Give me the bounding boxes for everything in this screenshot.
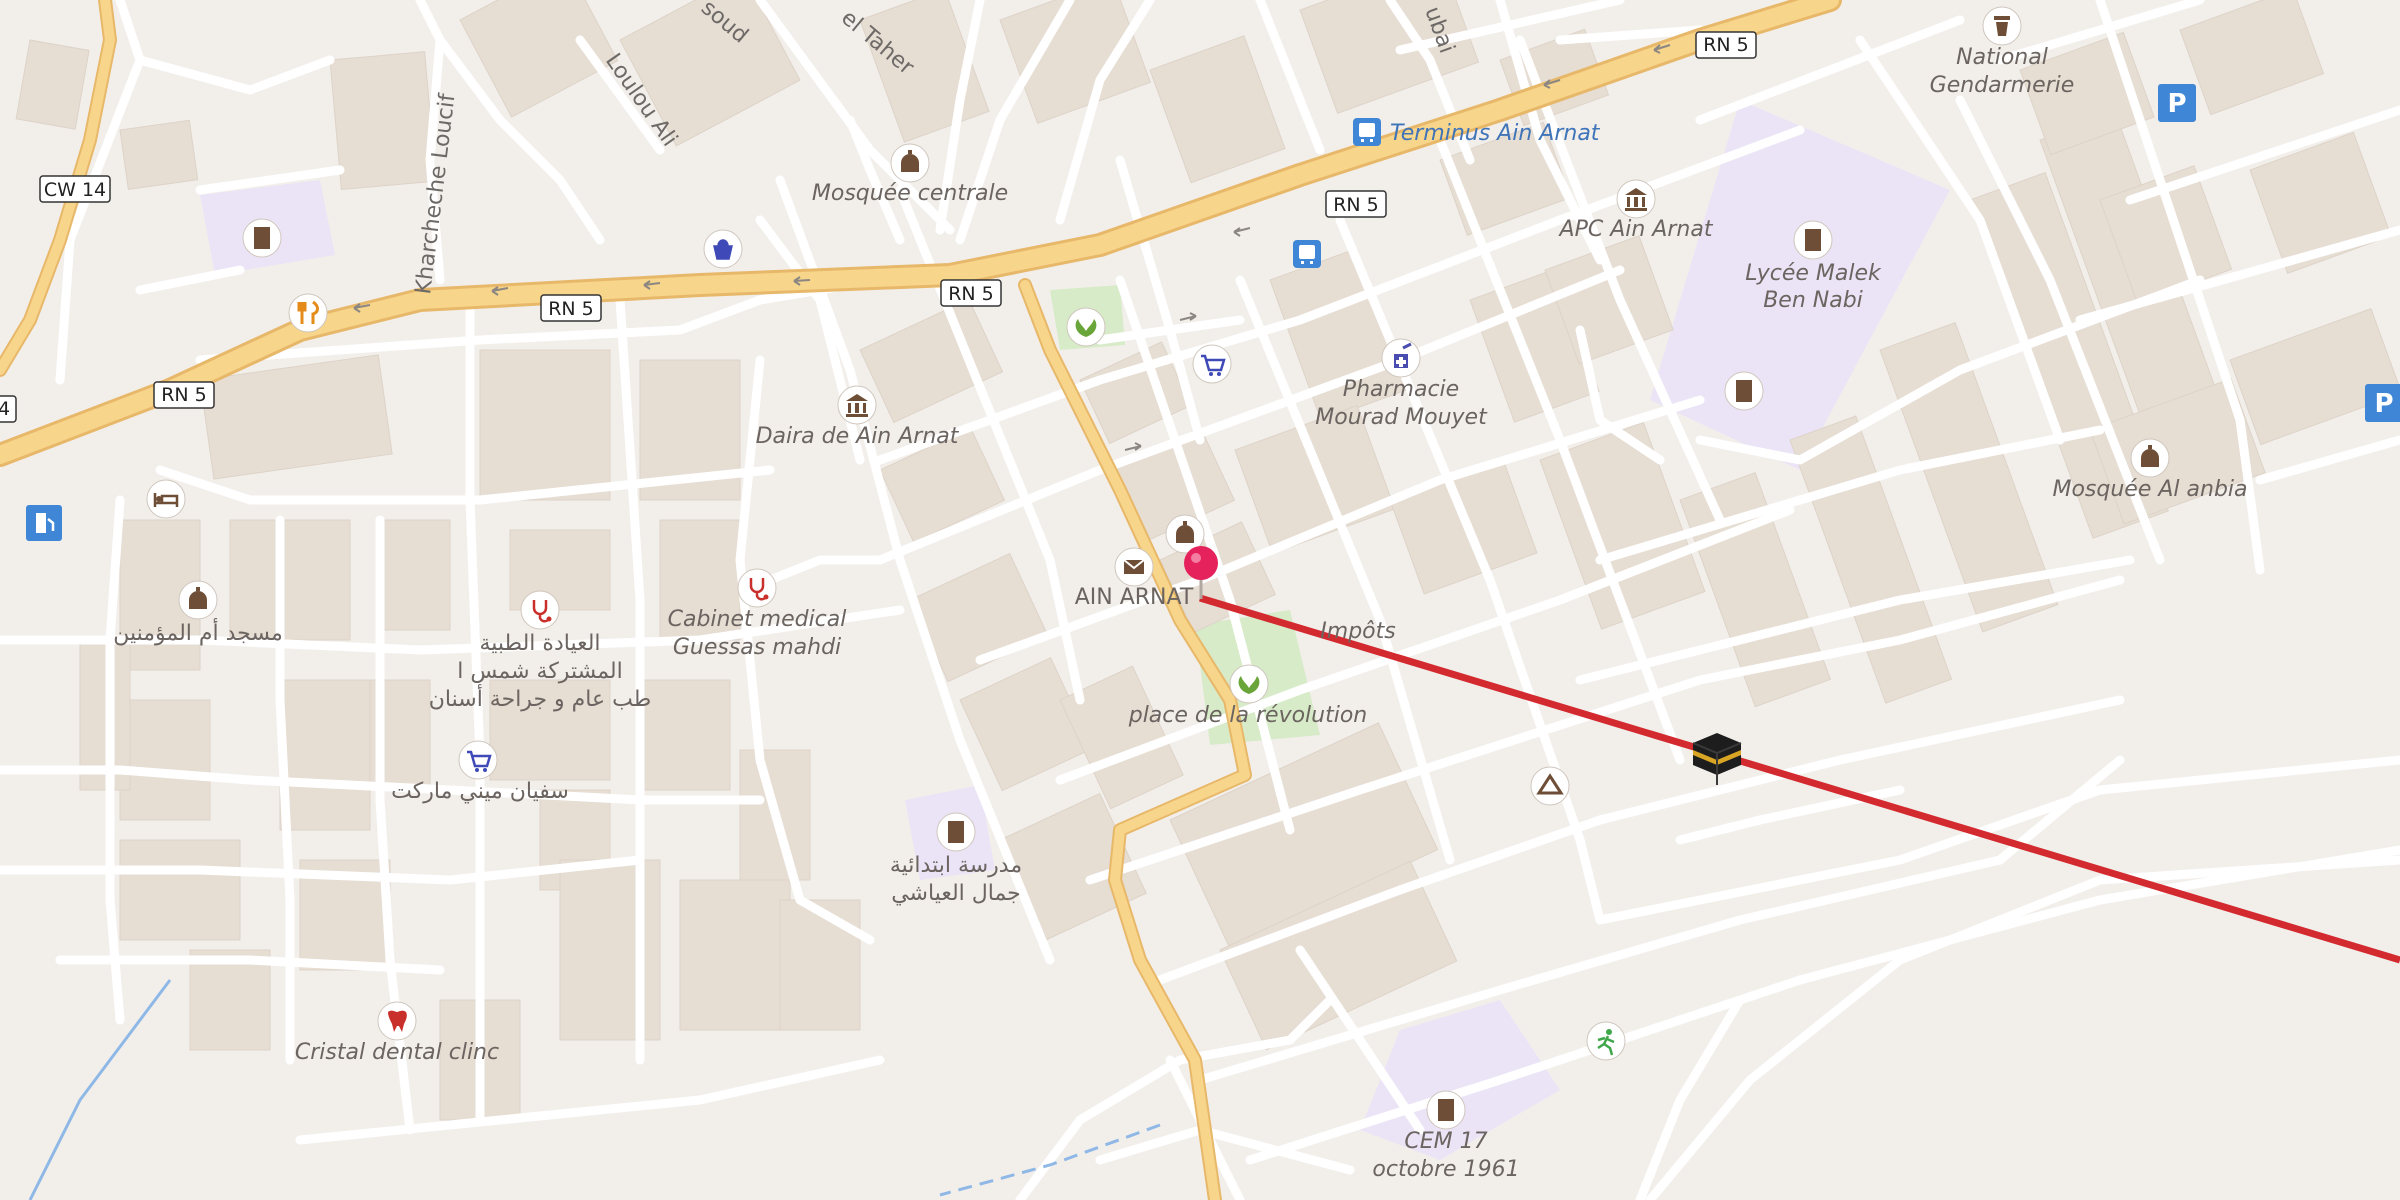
- supermarket-icon[interactable]: [458, 740, 498, 780]
- label-impots: Impôts: [1320, 619, 1395, 644]
- label-place-revolution: place de la révolution: [1128, 703, 1368, 728]
- mosque-icon[interactable]: [178, 580, 218, 620]
- medical-icon[interactable]: [737, 568, 777, 608]
- label-dental: Cristal dental clinc: [295, 1040, 499, 1065]
- label-national-1: National: [1956, 45, 2048, 70]
- label-national-2: Gendarmerie: [1930, 73, 2075, 98]
- restaurant-icon[interactable]: [288, 293, 328, 333]
- map-canvas[interactable]: CW 14 RN 5 RN 5 RN 5 RN 5 RN 5 4 Loulou …: [0, 0, 2400, 1200]
- svg-text:RN 5: RN 5: [948, 283, 994, 305]
- label-pharmacie-1: Pharmacie: [1343, 377, 1459, 402]
- label-market-ar: سفيان ميني ماركت: [391, 779, 569, 804]
- svg-text:P: P: [2374, 389, 2393, 419]
- svg-text:P: P: [2167, 89, 2186, 119]
- town-hall-icon[interactable]: [837, 385, 877, 425]
- label-mosque-ar: مسجد أم المؤمنين: [113, 618, 283, 646]
- parking-icon[interactable]: P: [2158, 84, 2196, 122]
- school-icon[interactable]: [1724, 371, 1764, 411]
- road-shield-rn5: RN 5: [540, 294, 602, 322]
- label-clinic-ar-3: طب عام و جراحة أسنان: [429, 684, 651, 712]
- label-clinic-ar-2: المشتركة شمس ا: [457, 659, 623, 684]
- mosque-icon[interactable]: [890, 143, 930, 183]
- viewpoint-icon[interactable]: [1530, 766, 1570, 806]
- label-lycee-2: Ben Nabi: [1763, 288, 1863, 313]
- medical-icon[interactable]: [520, 590, 560, 630]
- road-shield-edge: 4: [0, 395, 17, 423]
- svg-text:RN 5: RN 5: [1703, 34, 1749, 56]
- label-clinic-ar-1: العيادة الطبية: [479, 631, 600, 656]
- school-icon[interactable]: [1426, 1090, 1466, 1130]
- park-icon[interactable]: [1066, 307, 1106, 347]
- label-school-ar-2: جمال العياشي: [891, 881, 1021, 906]
- svg-text:RN 5: RN 5: [1333, 194, 1379, 216]
- road-shield-cw14: CW 14: [39, 175, 111, 203]
- pharmacy-icon[interactable]: [1381, 338, 1421, 378]
- bus-stop-icon[interactable]: [1293, 240, 1321, 268]
- town-hall-icon[interactable]: [1616, 179, 1656, 219]
- fuel-icon[interactable]: [26, 505, 62, 541]
- police-icon[interactable]: [1982, 6, 2022, 46]
- road-shield-rn5: RN 5: [940, 279, 1002, 307]
- label-cem-1: CEM 17: [1404, 1129, 1487, 1154]
- label-cem-2: octobre 1961: [1372, 1157, 1519, 1182]
- svg-text:CW 14: CW 14: [44, 179, 106, 201]
- dental-icon[interactable]: [377, 1001, 417, 1041]
- label-apc: APC Ain Arnat: [1558, 217, 1714, 242]
- bus-stop-icon[interactable]: [1353, 118, 1381, 146]
- mosque-icon[interactable]: [2130, 438, 2170, 478]
- post-office-icon[interactable]: [1114, 547, 1154, 587]
- parking-icon[interactable]: P: [2365, 384, 2400, 422]
- school-icon[interactable]: [1793, 220, 1833, 260]
- shopping-bag-icon[interactable]: [703, 229, 743, 269]
- label-pharmacie-2: Mourad Mouyet: [1315, 405, 1488, 430]
- label-daira: Daira de Ain Arnat: [756, 424, 960, 449]
- sports-icon[interactable]: [1586, 1021, 1626, 1061]
- label-school-ar-1: مدرسة ابتدائية: [890, 853, 1022, 878]
- supermarket-icon[interactable]: [1192, 344, 1232, 384]
- hotel-icon[interactable]: [146, 479, 186, 519]
- road-shield-rn5: RN 5: [1325, 190, 1387, 218]
- label-mosquee-anbia: Mosquée Al anbia: [2052, 477, 2247, 502]
- svg-text:RN 5: RN 5: [548, 298, 594, 320]
- svg-text:RN 5: RN 5: [161, 384, 207, 406]
- school-icon[interactable]: [936, 812, 976, 852]
- road-shield-rn5: RN 5: [153, 381, 215, 409]
- svg-text:4: 4: [0, 398, 10, 420]
- label-cabinet-1: Cabinet medical: [668, 607, 847, 632]
- label-cabinet-2: Guessas mahdi: [673, 635, 841, 660]
- park-icon[interactable]: [1229, 664, 1269, 704]
- label-mosquee-centrale: Mosquée centrale: [812, 181, 1008, 206]
- label-terminus: Terminus Ain Arnat: [1390, 121, 1601, 146]
- label-lycee-1: Lycée Malek: [1745, 261, 1882, 286]
- label-ain-arnat: AIN ARNAT: [1075, 585, 1194, 610]
- road-shield-rn5: RN 5: [1695, 31, 1757, 59]
- school-icon[interactable]: [242, 218, 282, 258]
